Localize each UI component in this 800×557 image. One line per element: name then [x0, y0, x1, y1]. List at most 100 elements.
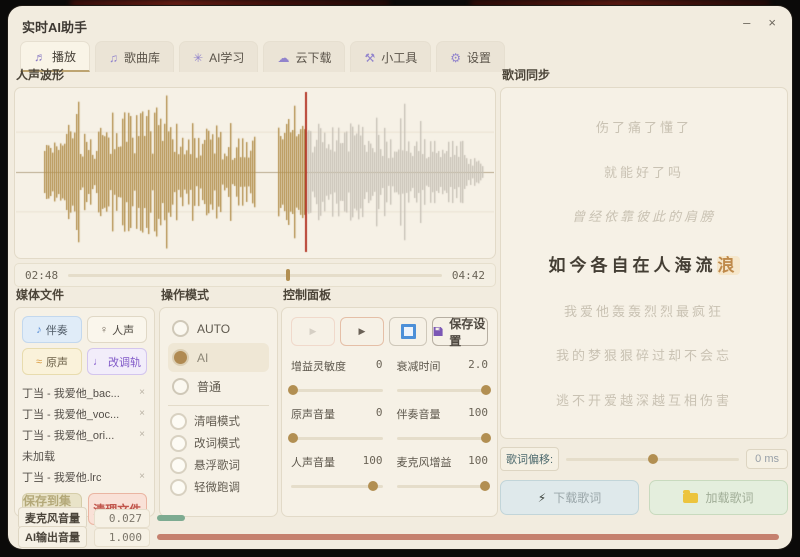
accompaniment-volume-control: 伴奏音量 100	[396, 406, 492, 445]
play-button[interactable]: ▶	[340, 317, 384, 346]
radio-circle[interactable]	[172, 349, 189, 366]
slider-value: 0	[375, 406, 383, 419]
music-note-icon: ♪	[36, 323, 42, 336]
tab-label: AI学习	[209, 51, 245, 65]
panel-title: 人声波形	[16, 68, 65, 82]
mic-gain-slider[interactable]	[396, 479, 491, 493]
slider-thumb[interactable]	[287, 433, 298, 443]
save-settings-button[interactable]: 保存设置	[432, 317, 488, 348]
tab-label: 设置	[467, 51, 492, 65]
decay-time-slider[interactable]	[396, 383, 492, 397]
check-floating-lyrics[interactable]: 悬浮歌词	[168, 454, 269, 476]
wave-icon: ≈	[35, 355, 43, 368]
checkbox-circle[interactable]	[170, 434, 187, 452]
mic-volume-value: 0.027	[94, 508, 150, 528]
check-label: 悬浮歌词	[194, 460, 240, 472]
original-sound-button[interactable]: ≈ 原声	[22, 348, 82, 375]
lyric-offset-value: 0 ms	[746, 449, 788, 469]
radio-label: AUTO	[197, 321, 231, 336]
tab-label: 小工具	[381, 51, 418, 65]
tab-label: 云下载	[295, 51, 332, 65]
lyric-offset-slider[interactable]	[566, 452, 740, 466]
radio-label: AI	[197, 350, 209, 365]
slider-label: 人声音量	[291, 457, 335, 469]
original-volume-slider[interactable]	[287, 431, 383, 445]
check-label: 改词模式	[194, 438, 240, 450]
panel-title: 歌词同步	[502, 68, 551, 82]
remove-file-icon[interactable]: ×	[137, 429, 147, 440]
slider-label: 麦克风增益	[396, 457, 452, 469]
minimize-button[interactable]: –	[743, 15, 750, 31]
waveform-display[interactable]	[14, 87, 496, 259]
checkbox-circle[interactable]	[170, 412, 187, 430]
radio-circle[interactable]	[172, 320, 189, 337]
check-acapella-mode[interactable]: 清唱模式	[168, 410, 269, 432]
slider-label: 增益灵敏度	[291, 361, 346, 373]
check-slight-offkey[interactable]: 轻微跑调	[168, 476, 269, 498]
slider-thumb[interactable]	[481, 433, 492, 443]
play-icon: ▶	[358, 326, 366, 336]
divider	[168, 405, 269, 406]
lightning-icon: ⚡	[537, 490, 547, 505]
slider-thumb[interactable]	[480, 481, 491, 491]
slider-value: 100	[362, 454, 383, 467]
list-item[interactable]: 未加载	[22, 445, 147, 466]
gain-sensitivity-slider[interactable]	[287, 383, 383, 397]
lyric-line: 我的梦狠狠碎过却不会忘	[555, 348, 732, 364]
radio-auto[interactable]: AUTO	[168, 314, 269, 343]
decay-time-control: 衰减时间 2.0	[396, 358, 492, 397]
remove-file-icon[interactable]: ×	[137, 387, 147, 398]
slider-thumb[interactable]	[647, 454, 658, 464]
current-time: 02:48	[25, 268, 59, 282]
total-time: 04:42	[451, 268, 485, 282]
slider-thumb[interactable]	[287, 385, 298, 395]
checkbox-circle[interactable]	[170, 456, 187, 474]
list-item[interactable]: 丁当 - 我爱他.lrc ×	[22, 466, 147, 487]
stop-icon	[400, 324, 416, 339]
check-lyric-change-mode[interactable]: 改词模式	[168, 432, 269, 454]
slider-label: 原声音量	[291, 409, 335, 421]
vocal-button[interactable]: ♀ 人声	[87, 316, 147, 343]
remove-file-icon[interactable]: ×	[137, 408, 147, 419]
slider-label: 衰减时间	[396, 361, 441, 373]
slider-label: 伴奏音量	[396, 409, 441, 421]
seek-row: 02:48 04:42	[14, 263, 496, 287]
list-item[interactable]: 丁当 - 我爱他_ori... ×	[22, 424, 147, 445]
vocal-volume-control: 人声音量 100	[291, 454, 383, 493]
slider-value: 2.0	[468, 358, 488, 371]
gear-icon: ⚙	[450, 50, 461, 65]
pitch-track-button[interactable]: ♩ 改调轨	[87, 348, 147, 375]
tab-label: 歌曲库	[124, 51, 161, 65]
check-label: 清唱模式	[194, 416, 240, 428]
title-bar: 实时AI助手 – ×	[8, 6, 792, 40]
button-label: 改调轨	[108, 356, 141, 369]
panel-title: 控制面板	[283, 288, 332, 302]
app-window: 实时AI助手 – × ♬ 播放 ♫ 歌曲库 ✳ AI学习 ☁ 云下载 ⚒ 小工具…	[8, 6, 792, 549]
ai-output-volume-label: AI输出音量	[18, 526, 87, 548]
radio-normal[interactable]: 普通	[168, 372, 269, 401]
remove-file-icon[interactable]: ×	[137, 471, 147, 482]
play-button-disabled[interactable]: ▶	[291, 317, 335, 346]
file-name: 丁当 - 我爱他_bac...	[22, 387, 120, 400]
accompaniment-button[interactable]: ♪ 伴奏	[22, 316, 82, 343]
list-item[interactable]: 丁当 - 我爱他_voc... ×	[22, 403, 147, 424]
close-button[interactable]: ×	[768, 15, 776, 31]
slider-thumb[interactable]	[481, 385, 492, 395]
lyric-offset-row: 歌词偏移: 0 ms	[500, 447, 788, 471]
vocal-volume-slider[interactable]	[291, 479, 383, 493]
list-item[interactable]: 丁当 - 我爱他_bac... ×	[22, 382, 147, 403]
checkbox-circle[interactable]	[170, 478, 187, 496]
original-volume-control: 原声音量 0	[287, 406, 383, 445]
radio-label: 普通	[197, 380, 222, 394]
radio-ai[interactable]: AI	[168, 343, 269, 372]
lyric-line: 曾经依靠彼此的肩膀	[571, 209, 716, 225]
play-icon: ▶	[309, 326, 317, 336]
button-label: 伴奏	[45, 324, 68, 337]
file-name: 未加载	[22, 450, 55, 463]
seek-slider[interactable]	[68, 268, 442, 282]
seek-slider-thumb[interactable]	[285, 269, 290, 281]
slider-thumb[interactable]	[368, 481, 379, 491]
accompaniment-volume-slider[interactable]	[396, 431, 492, 445]
stop-button[interactable]	[389, 317, 427, 346]
radio-circle[interactable]	[172, 378, 189, 395]
